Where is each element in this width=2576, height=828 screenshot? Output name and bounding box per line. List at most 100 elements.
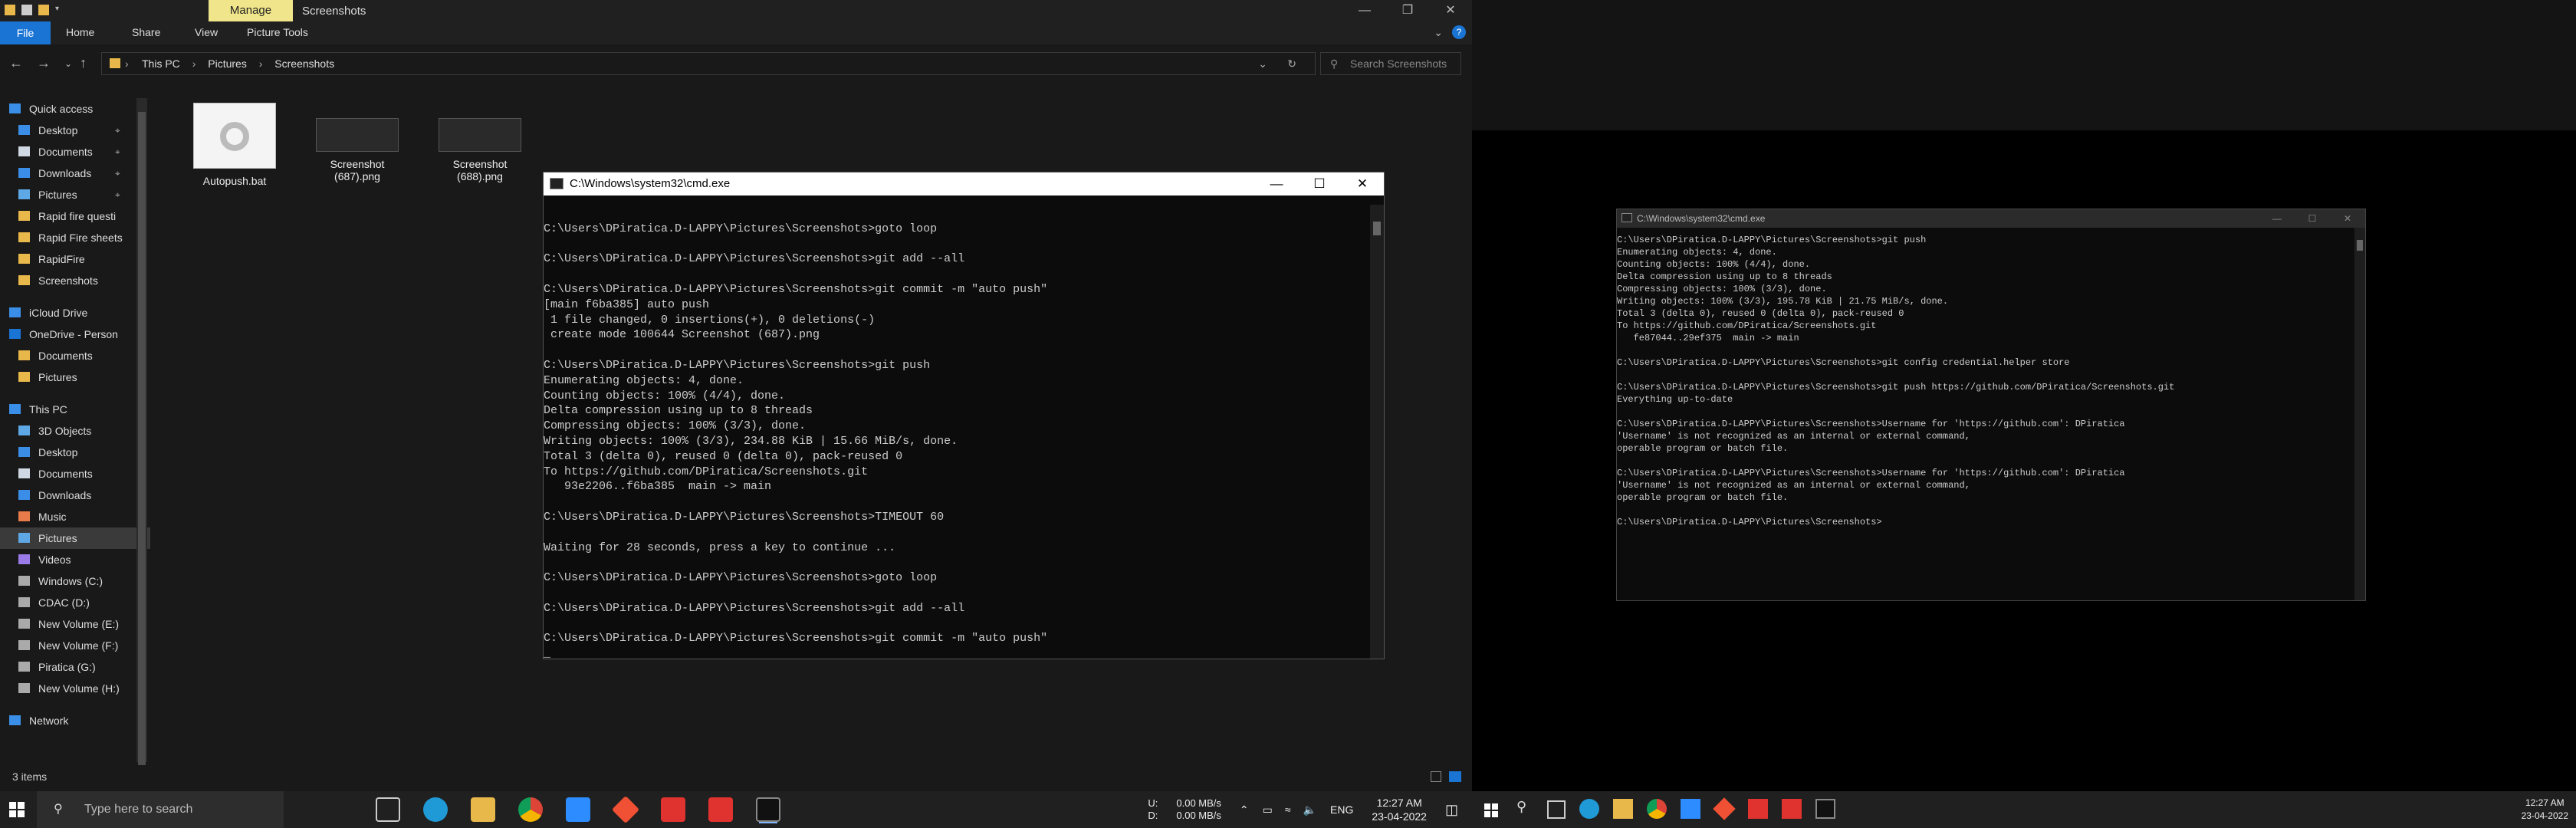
new-folder-icon[interactable] [38,5,49,15]
start-button[interactable] [1484,803,1498,817]
up-button[interactable]: ↑ [80,55,87,71]
tab-share[interactable]: Share [132,26,160,38]
anydesk-icon[interactable] [661,797,685,822]
wifi-icon[interactable]: ≈ [1285,803,1291,816]
nav-item[interactable]: Network [0,710,150,731]
nav-item[interactable]: Pictures [0,527,150,549]
cmd-output[interactable]: C:\Users\DPiratica.D-LAPPY\Pictures\Scre… [1617,234,2174,528]
maximize-button[interactable]: ☐ [2295,209,2330,228]
chevron-down-icon[interactable]: ▾ [55,5,61,15]
nav-item[interactable]: iCloud Drive [0,302,150,324]
help-icon[interactable]: ? [1452,25,1466,39]
anydesk-icon[interactable] [708,797,733,822]
minimize-button[interactable]: — [1255,172,1298,196]
cmd-scrollbar-thumb[interactable] [2357,240,2363,251]
cmd-output[interactable]: C:\Users\DPiratica.D-LAPPY\Pictures\Scre… [544,206,1047,659]
nav-item[interactable]: Windows (C:) [0,570,150,592]
nav-item[interactable]: New Volume (E:) [0,613,150,635]
cmd-icon[interactable] [756,797,780,822]
breadcrumb-pictures[interactable]: Pictures [208,58,247,70]
nav-item[interactable]: CDAC (D:) [0,592,150,613]
start-button[interactable] [9,802,25,817]
folder-icon[interactable] [5,5,15,15]
maximize-button[interactable]: ☐ [1298,172,1341,196]
nav-item[interactable]: New Volume (F:) [0,635,150,656]
nav-item[interactable]: New Volume (H:) [0,678,150,699]
forward-button[interactable]: → [37,55,51,71]
nav-item[interactable]: Documents ⌖ [0,141,150,163]
anydesk-icon[interactable] [1782,799,1802,819]
cmd-scrollbar-thumb[interactable] [1373,222,1381,235]
nav-item[interactable]: Rapid Fire sheets [0,227,150,248]
search-input[interactable]: ⚲ Search Screenshots [1320,52,1461,75]
task-view-icon[interactable] [1547,800,1566,819]
volume-icon[interactable]: 🔈 [1303,803,1316,816]
cmd-titlebar[interactable]: C:\Windows\system32\cmd.exe — ☐ ✕ [544,172,1384,196]
notifications-icon[interactable]: ◫ [1445,802,1458,818]
nav-item[interactable]: Quick access [0,98,150,120]
nav-item[interactable]: Music [0,506,150,527]
tab-picture-tools[interactable]: Picture Tools [247,26,308,38]
file-explorer-icon[interactable] [1613,799,1633,819]
minimize-button[interactable]: — [1343,0,1386,21]
nav-item[interactable]: OneDrive - Person [0,324,150,345]
nav-item[interactable]: RapidFire [0,248,150,270]
search-icon[interactable]: ⚲ [1516,799,1533,820]
ribbon-collapse-icon[interactable]: ⌄ [1434,26,1443,39]
chrome-icon[interactable] [1647,799,1667,819]
zoom-icon[interactable] [1681,799,1700,819]
chevron-down-icon[interactable]: ⌄ [1258,53,1267,74]
git-icon[interactable] [611,795,640,824]
cmd-window-secondary[interactable]: C:\Windows\system32\cmd.exe — ☐ ✕ C:\Use… [1616,209,2366,601]
address-bar[interactable]: › This PC › Pictures › Screenshots ⌄ ↻ [101,52,1316,75]
nav-item[interactable]: Downloads [0,485,150,506]
large-icons-view-icon[interactable] [1449,771,1461,782]
properties-icon[interactable] [21,5,32,15]
tab-home[interactable]: Home [66,26,94,38]
recent-chevron-icon[interactable]: ⌄ [64,58,72,69]
nav-item[interactable]: Documents [0,345,150,366]
task-view-icon[interactable] [376,797,400,822]
cmd-scrollbar[interactable] [1370,205,1384,659]
details-view-icon[interactable] [1431,771,1441,782]
cmd-scrollbar[interactable] [2354,228,2365,600]
file-item[interactable]: Autopush.bat [181,103,288,187]
nav-item[interactable]: Piratica (G:) [0,656,150,678]
close-button[interactable]: ✕ [1429,0,1472,21]
maximize-button[interactable]: ❐ [1386,0,1429,21]
file-explorer-icon[interactable] [471,797,495,822]
nav-item[interactable]: This PC [0,399,150,420]
breadcrumb-screenshots[interactable]: Screenshots [274,58,334,70]
manage-tab[interactable]: Manage [209,0,293,21]
chrome-icon[interactable] [518,797,543,822]
edge-icon[interactable] [423,797,448,822]
refresh-icon[interactable]: ↻ [1287,53,1296,74]
nav-scrollbar[interactable] [136,98,147,765]
cmd-window[interactable]: C:\Windows\system32\cmd.exe — ☐ ✕ C:\Use… [543,172,1385,659]
close-button[interactable]: ✕ [1341,172,1384,196]
tab-file[interactable]: File [0,21,51,44]
battery-icon[interactable]: ▭ [1263,803,1273,816]
zoom-icon[interactable] [566,797,590,822]
nav-item[interactable]: Videos [0,549,150,570]
nav-item[interactable]: Desktop [0,442,150,463]
breadcrumb-this-pc[interactable]: This PC [142,58,180,70]
chevron-up-icon[interactable]: ⌃ [1240,803,1249,816]
nav-item[interactable]: Desktop ⌖ [0,120,150,141]
file-item[interactable]: Screenshot (688).png [426,103,534,182]
nav-item[interactable]: Rapid fire questi [0,205,150,227]
nav-scrollbar-thumb[interactable] [138,112,146,765]
nav-item[interactable]: Downloads ⌖ [0,163,150,184]
nav-item[interactable]: Documents [0,463,150,485]
git-icon[interactable] [1713,797,1736,820]
close-button[interactable]: ✕ [2330,209,2365,228]
minimize-button[interactable]: — [2259,209,2295,228]
nav-item[interactable]: Pictures [0,366,150,388]
file-item[interactable]: Screenshot (687).png [304,103,411,182]
nav-item[interactable]: Screenshots [0,270,150,291]
clock[interactable]: 12:27 AM 23-04-2022 [2522,797,2568,823]
nav-item[interactable]: Pictures ⌖ [0,184,150,205]
anydesk-icon[interactable] [1748,799,1768,819]
back-button[interactable]: ← [9,55,23,71]
edge-icon[interactable] [1579,799,1599,819]
